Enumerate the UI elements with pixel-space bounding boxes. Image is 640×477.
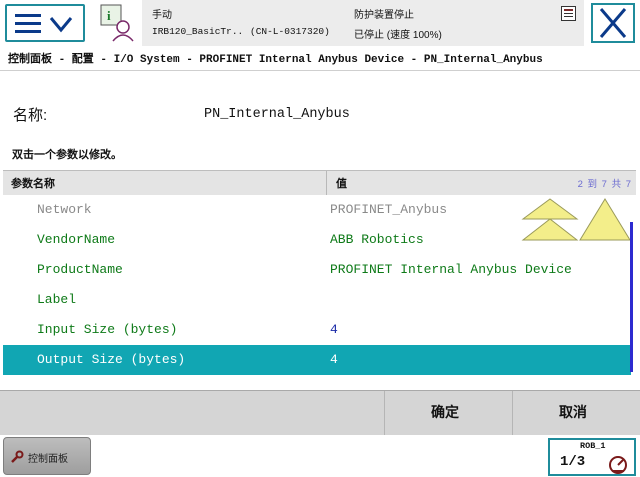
cancel-button[interactable]: 取消 xyxy=(559,402,587,422)
action-divider xyxy=(512,391,513,435)
taskbar-label: 控制面板 xyxy=(28,454,68,465)
parameter-table-header: 参数名称 值 2 到 7 共 7 xyxy=(3,170,636,196)
rob-label: ROB_1 xyxy=(580,441,606,451)
taskbar-control-panel[interactable]: 控制面板 xyxy=(3,437,91,475)
scrollbar[interactable] xyxy=(630,222,633,372)
top-bar: i 手动 IRB120_BasicTr.. (CN-L-0317320) 防护装… xyxy=(0,0,640,46)
action-divider xyxy=(384,391,385,435)
operator-window-icon[interactable]: i xyxy=(97,3,137,43)
name-value: PN_Internal_Anybus xyxy=(204,107,350,122)
close-icon xyxy=(599,8,627,38)
name-label: 名称: xyxy=(13,107,48,124)
param-value: 4 xyxy=(330,322,338,337)
svg-text:i: i xyxy=(107,8,111,23)
param-value: 4 xyxy=(330,352,338,367)
system-id: (CN-L-0317320) xyxy=(250,26,330,37)
param-name: VendorName xyxy=(37,232,116,247)
bottom-bar: 控制面板 ROB_1 1/3 xyxy=(0,435,640,477)
row-count: 2 到 7 共 7 xyxy=(577,179,632,190)
speed-gauge-icon xyxy=(609,456,627,474)
hamburger-chevron-icon xyxy=(15,14,73,33)
param-name: Label xyxy=(37,292,77,307)
quickset-button[interactable]: ROB_1 1/3 xyxy=(548,438,636,476)
breadcrumb-path: 控制面板 - 配置 - I/O System - PROFINET Intern… xyxy=(8,54,543,66)
status-area[interactable]: 手动 IRB120_BasicTr.. (CN-L-0317320) 防护装置停… xyxy=(142,0,584,46)
breadcrumb: 控制面板 - 配置 - I/O System - PROFINET Intern… xyxy=(0,46,640,71)
param-name: ProductName xyxy=(37,262,123,277)
column-divider xyxy=(326,171,327,195)
page-up-button[interactable] xyxy=(521,197,579,243)
ok-button[interactable]: 确定 xyxy=(431,402,459,422)
column-header-value: 值 xyxy=(336,178,347,190)
run-state: 已停止 (速度 100%) xyxy=(354,30,442,41)
guard-status: 防护装置停止 xyxy=(354,10,414,21)
operating-mode: 手动 xyxy=(152,10,172,21)
param-value: PROFINET_Anybus xyxy=(330,202,448,217)
table-row[interactable]: Input Size (bytes) 4 xyxy=(3,315,631,345)
close-button[interactable] xyxy=(591,3,635,43)
event-log-icon[interactable] xyxy=(561,6,576,21)
edit-hint: 双击一个参数以修改。 xyxy=(12,149,122,161)
param-value: PROFINET Internal Anybus Device xyxy=(330,262,572,277)
column-header-name: 参数名称 xyxy=(11,178,55,190)
table-row-selected[interactable]: Output Size (bytes) 4 xyxy=(3,345,631,375)
param-value: ABB Robotics xyxy=(330,232,424,247)
action-bar: 确定 取消 xyxy=(0,390,640,436)
param-name: Output Size (bytes) xyxy=(37,352,186,367)
controller-name: IRB120_BasicTr.. xyxy=(152,26,244,37)
table-row[interactable]: Label xyxy=(3,285,631,315)
param-name: Network xyxy=(37,202,92,217)
table-row[interactable]: ProductName PROFINET Internal Anybus Dev… xyxy=(3,255,631,285)
wrench-icon xyxy=(11,450,24,463)
main-menu-button[interactable] xyxy=(5,4,85,42)
scroll-up-button[interactable] xyxy=(578,197,632,243)
param-name: Input Size (bytes) xyxy=(37,322,178,337)
task-fraction: 1/3 xyxy=(560,454,586,470)
